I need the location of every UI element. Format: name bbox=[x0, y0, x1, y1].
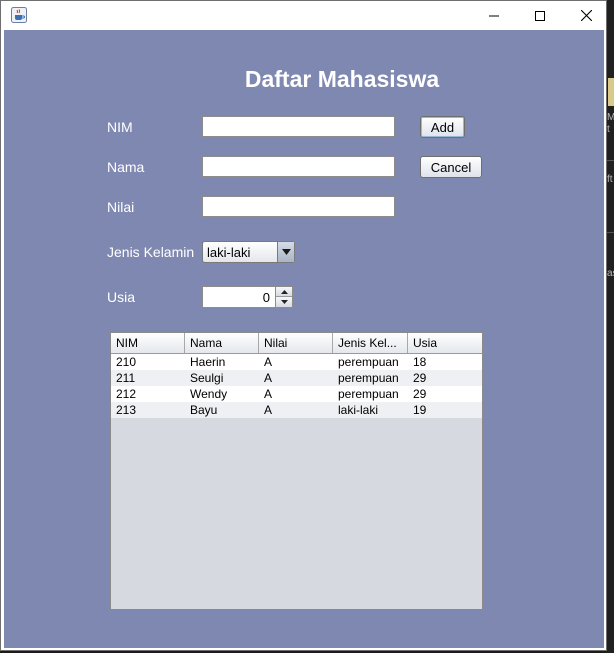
cell-jenis-kelamin: perempuan bbox=[338, 355, 399, 369]
cell-jenis-kelamin: perempuan bbox=[338, 371, 399, 385]
column-header-usia[interactable]: Usia bbox=[408, 333, 482, 353]
student-table[interactable]: NIM Nama Nilai Jenis Kel... Usia 210 Hae… bbox=[110, 332, 483, 610]
cell-nilai: A bbox=[264, 387, 273, 401]
minimize-button[interactable] bbox=[471, 1, 517, 30]
cell-nim: 211 bbox=[116, 371, 136, 385]
table-header: NIM Nama Nilai Jenis Kel... Usia bbox=[111, 333, 482, 354]
background-text: t bbox=[607, 124, 610, 135]
gender-selected-value: laki-laki bbox=[207, 245, 251, 260]
app-window: Daftar Mahasiswa NIM Add Nama Cancel Nil… bbox=[0, 0, 607, 651]
nim-label: NIM bbox=[107, 119, 133, 135]
gender-label: Jenis Kelamin bbox=[107, 244, 195, 260]
close-button[interactable] bbox=[563, 1, 609, 30]
table-row[interactable]: 211 Seulgi A perempuan 29 bbox=[111, 370, 482, 386]
cell-nama: Haerin bbox=[190, 355, 226, 369]
background-window-strip: M t ft as bbox=[606, 0, 614, 653]
cell-nama: Seulgi bbox=[190, 371, 224, 385]
background-text: as bbox=[607, 268, 614, 279]
background-text: M bbox=[607, 112, 614, 123]
gender-select[interactable]: laki-laki bbox=[202, 241, 295, 263]
cell-nilai: A bbox=[264, 403, 273, 417]
cell-nim: 210 bbox=[116, 355, 137, 369]
cell-usia: 29 bbox=[413, 387, 427, 401]
table-row[interactable]: 212 Wendy A perempuan 29 bbox=[111, 386, 482, 402]
cell-usia: 19 bbox=[413, 403, 427, 417]
nim-field[interactable] bbox=[202, 116, 395, 137]
usia-label: Usia bbox=[107, 289, 136, 305]
nilai-field[interactable] bbox=[202, 196, 395, 217]
arrow-up-icon bbox=[280, 289, 288, 294]
nama-label: Nama bbox=[107, 159, 145, 175]
table-row[interactable]: 213 Bayu A laki-laki 19 bbox=[111, 402, 482, 418]
cell-nama: Wendy bbox=[190, 387, 228, 401]
maximize-icon bbox=[535, 10, 545, 21]
title-bar[interactable] bbox=[1, 1, 606, 30]
cell-nilai: A bbox=[264, 371, 273, 385]
usia-spinner[interactable]: 0 bbox=[202, 286, 293, 308]
column-header-nim[interactable]: NIM bbox=[111, 333, 185, 353]
cell-nim: 212 bbox=[116, 387, 137, 401]
background-divider bbox=[606, 160, 614, 161]
table-row[interactable]: 210 Haerin A perempuan 18 bbox=[111, 354, 482, 370]
nilai-label: Nilai bbox=[107, 199, 135, 215]
column-header-nama[interactable]: Nama bbox=[185, 333, 259, 353]
cell-usia: 18 bbox=[413, 355, 427, 369]
cell-nilai: A bbox=[264, 355, 273, 369]
spinner-down-button[interactable] bbox=[276, 297, 292, 307]
background-divider bbox=[606, 232, 614, 233]
cancel-button[interactable]: Cancel bbox=[420, 156, 482, 178]
cell-nama: Bayu bbox=[190, 403, 218, 417]
chevron-down-icon bbox=[281, 249, 291, 255]
java-cup-icon[interactable] bbox=[11, 7, 27, 23]
minimize-icon bbox=[489, 15, 499, 16]
usia-value[interactable]: 0 bbox=[263, 290, 270, 305]
nama-field[interactable] bbox=[202, 156, 395, 177]
spinner-buttons bbox=[275, 287, 292, 307]
maximize-button[interactable] bbox=[517, 1, 563, 30]
add-button[interactable]: Add bbox=[420, 116, 465, 138]
form-panel: Daftar Mahasiswa NIM Add Nama Cancel Nil… bbox=[4, 30, 604, 648]
spinner-up-button[interactable] bbox=[276, 287, 292, 297]
cell-usia: 29 bbox=[413, 371, 427, 385]
cell-jenis-kelamin: laki-laki bbox=[338, 403, 379, 417]
column-header-jenis-kelamin[interactable]: Jenis Kel... bbox=[333, 333, 408, 353]
cell-nim: 213 bbox=[116, 403, 137, 417]
page-title: Daftar Mahasiswa bbox=[244, 66, 440, 92]
column-header-nilai[interactable]: Nilai bbox=[259, 333, 333, 353]
arrow-down-icon bbox=[280, 300, 288, 304]
dropdown-arrow-button[interactable] bbox=[277, 242, 294, 262]
background-text: ft bbox=[607, 174, 613, 185]
close-icon bbox=[580, 10, 592, 21]
cell-jenis-kelamin: perempuan bbox=[338, 387, 399, 401]
